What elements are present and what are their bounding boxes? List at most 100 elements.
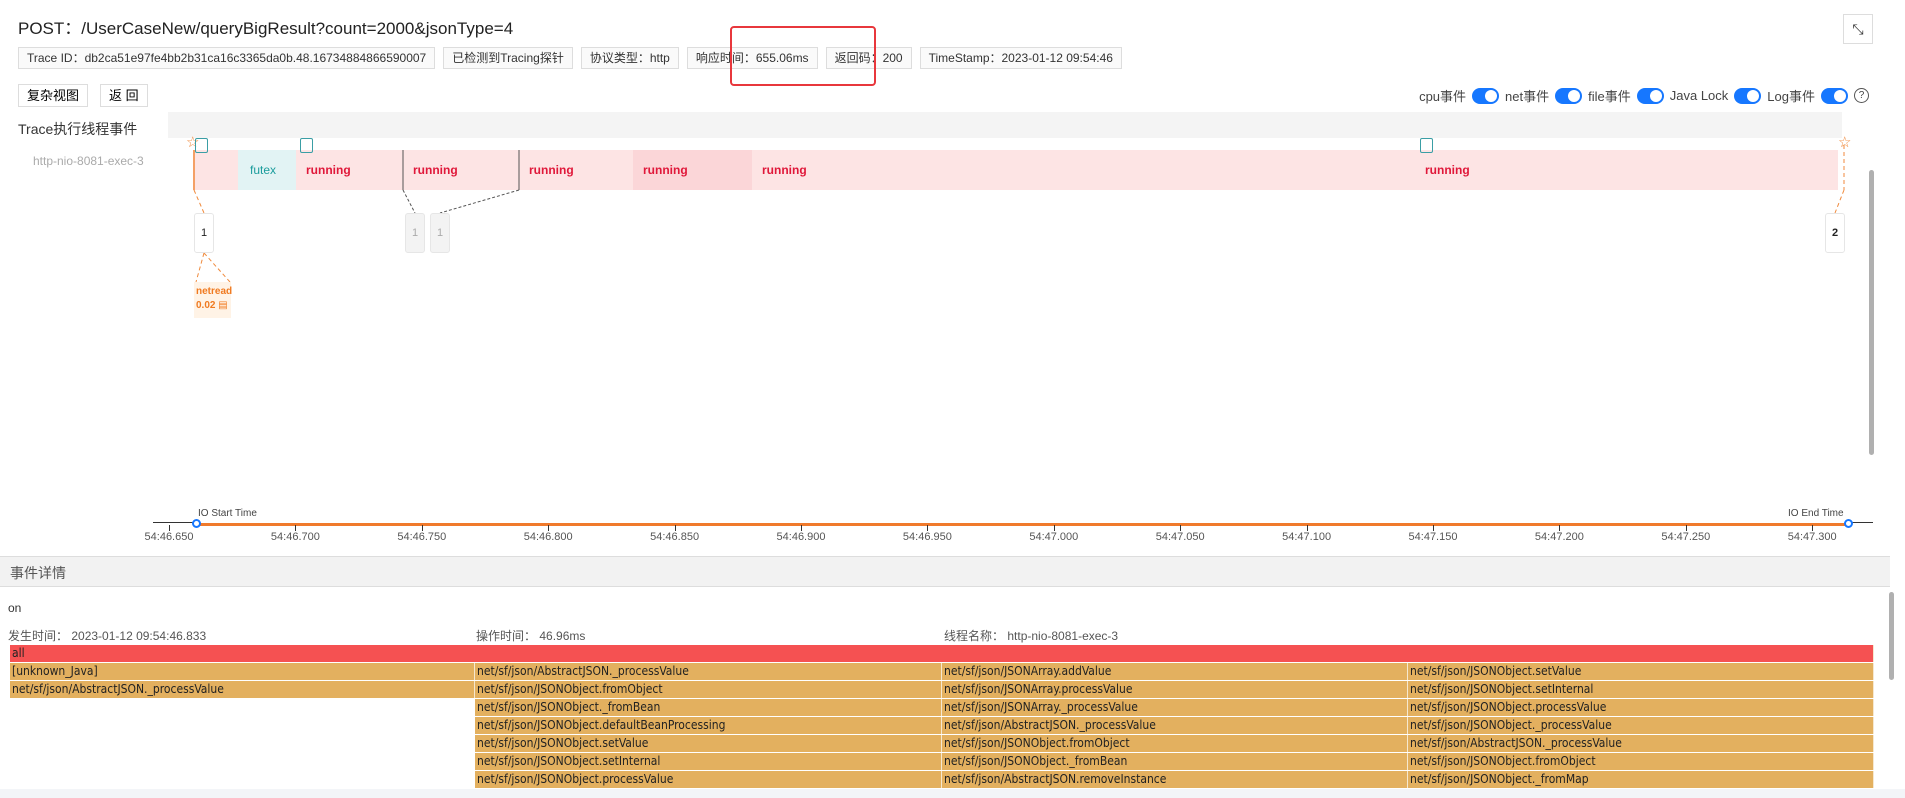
tracing-probe-badge: 已检测到Tracing探针: [443, 47, 573, 69]
event-type: on: [8, 601, 22, 615]
occur-time: 发生时间： 2023-01-12 09:54:46.833: [8, 627, 206, 644]
axis-tick-label: 54:46.700: [270, 531, 320, 543]
flame-frame[interactable]: net/sf/json/JSONObject._fromMap: [1408, 771, 1874, 788]
axis-tick-label: 54:46.800: [523, 531, 573, 543]
connector: [193, 189, 205, 214]
connector: [439, 189, 520, 214]
timeline-header-bar: [168, 112, 1842, 138]
occur-time-value: 2023-01-12 09:54:46.833: [71, 629, 207, 643]
axis-tick-label: 54:46.950: [902, 531, 952, 543]
axis-tick-label: 54:47.100: [1282, 531, 1332, 543]
timeline-scrollbar[interactable]: [1869, 170, 1874, 455]
flame-frame[interactable]: net/sf/json/JSONObject.fromObject: [942, 735, 1408, 752]
log-doc-icon[interactable]: [195, 138, 208, 153]
flame-frame[interactable]: net/sf/json/JSONArray.addValue: [942, 663, 1408, 680]
axis-tick-label: 54:46.750: [397, 531, 447, 543]
cpu-events-toggle[interactable]: [1472, 87, 1500, 104]
star-icon[interactable]: ☆: [1838, 133, 1851, 151]
segment-running[interactable]: running: [633, 150, 752, 190]
flame-frame[interactable]: net/sf/json/AbstractJSON._processValue: [475, 663, 942, 680]
timestamp-badge: TimeStamp：2023-01-12 09:54:46: [919, 47, 1122, 69]
section-label: Trace执行线程事件: [18, 121, 138, 137]
toggle-label-file: file事件: [1588, 89, 1631, 104]
net-events-toggle[interactable]: [1555, 87, 1583, 104]
segment-futex[interactable]: futex: [238, 150, 296, 190]
connector: [402, 189, 416, 214]
flame-frame[interactable]: net/sf/json/JSONObject._fromBean: [475, 699, 942, 716]
flame-frame[interactable]: net/sf/json/AbstractJSON._processValue: [10, 681, 475, 698]
flame-frame[interactable]: net/sf/json/JSONArray._processValue: [942, 699, 1408, 716]
axis-tick-label: 54:47.000: [1029, 531, 1079, 543]
thread-name: http-nio-8081-exec-3: [33, 154, 144, 168]
segment-running[interactable]: running: [519, 150, 633, 190]
axis-tick-label: 54:46.850: [650, 531, 700, 543]
flame-frame[interactable]: net/sf/json/JSONObject.fromObject: [1408, 753, 1874, 770]
java-lock-toggle[interactable]: [1734, 87, 1762, 104]
thread-info-value: http-nio-8081-exec-3: [1007, 629, 1119, 643]
connector: [203, 252, 231, 283]
connector: [195, 252, 205, 283]
operation-time-label: 操作时间：: [476, 629, 537, 643]
operation-time-value: 46.96ms: [539, 629, 586, 643]
axis-tick-label: 54:47.050: [1155, 531, 1205, 543]
file-events-toggle[interactable]: [1636, 87, 1664, 104]
flame-frame[interactable]: net/sf/json/AbstractJSON._processValue: [942, 717, 1408, 734]
flame-frame[interactable]: net/sf/json/JSONObject.defaultBeanProces…: [475, 717, 942, 734]
event-detail-header: [0, 556, 1890, 587]
detail-scrollbar[interactable]: [1889, 592, 1894, 680]
segment-idle[interactable]: [193, 150, 238, 190]
flame-frame[interactable]: net/sf/json/JSONObject.setValue: [1408, 663, 1874, 680]
connector: [1834, 189, 1845, 214]
flame-frame[interactable]: net/sf/json/JSONObject.processValue: [1408, 699, 1874, 716]
log-doc-icon[interactable]: [300, 138, 313, 153]
io-range-bar: [198, 523, 1848, 526]
axis-tick-label: 54:47.150: [1408, 531, 1458, 543]
flame-frame[interactable]: net/sf/json/JSONObject.setInternal: [475, 753, 942, 770]
flame-frame[interactable]: [unknown_Java]: [10, 663, 475, 680]
event-count-marker[interactable]: 1: [194, 213, 214, 253]
toggle-label-net: net事件: [1505, 89, 1550, 104]
flame-frame[interactable]: net/sf/json/JSONObject.fromObject: [475, 681, 942, 698]
io-start-handle[interactable]: [192, 519, 201, 528]
flame-frame[interactable]: net/sf/json/JSONObject._processValue: [1408, 717, 1874, 734]
flame-graph: all [unknown_Java] net/sf/json/AbstractJSO…: [10, 645, 1874, 789]
protocol-badge: 协议类型：http: [580, 47, 679, 69]
event-detail-title: 事件详情: [10, 565, 66, 581]
segment-running[interactable]: running: [403, 150, 519, 190]
thread-info: 线程名称： http-nio-8081-exec-3: [944, 627, 1118, 644]
back-button[interactable]: 返 回: [100, 84, 148, 107]
flame-frame[interactable]: net/sf/json/AbstractJSON.removeInstance: [942, 771, 1408, 788]
netread-value: 0.02: [196, 300, 216, 311]
flame-frame[interactable]: net/sf/json/JSONArray.processValue: [942, 681, 1408, 698]
event-count-marker[interactable]: 1: [430, 213, 450, 253]
flame-frame[interactable]: net/sf/json/AbstractJSON._processValue: [1408, 735, 1874, 752]
segment-running[interactable]: running: [1373, 150, 1838, 190]
toggle-label-cpu: cpu事件: [1419, 89, 1467, 104]
response-time-highlight: [730, 26, 876, 86]
fullscreen-exit-icon: ⤡: [1852, 20, 1864, 37]
event-count-marker[interactable]: 1: [405, 213, 425, 253]
flame-frame[interactable]: net/sf/json/JSONObject.setInternal: [1408, 681, 1874, 698]
segment-running[interactable]: running: [752, 150, 1373, 190]
complex-view-button[interactable]: 复杂视图: [18, 84, 89, 107]
help-icon[interactable]: ?: [1854, 88, 1869, 103]
fullscreen-button[interactable]: ⤡: [1843, 14, 1873, 44]
thread-lane: futex running running running running running…: [193, 150, 1838, 190]
log-events-toggle[interactable]: [1821, 87, 1848, 104]
segment-running[interactable]: running: [296, 150, 403, 190]
netread-event[interactable]: netread 0.02 ▤: [194, 282, 233, 318]
flame-frame[interactable]: net/sf/json/JSONObject.processValue: [475, 771, 942, 788]
flame-frame[interactable]: net/sf/json/JSONObject._fromBean: [942, 753, 1408, 770]
io-end-label: IO End Time: [1788, 508, 1844, 519]
axis-tick-label: 54:46.900: [776, 531, 826, 543]
flame-frame[interactable]: net/sf/json/JSONObject.setValue: [475, 735, 942, 752]
io-end-handle[interactable]: [1844, 519, 1853, 528]
thread-info-label: 线程名称：: [944, 629, 1005, 643]
event-count-marker[interactable]: 2: [1825, 213, 1845, 253]
netread-label: netread: [196, 286, 233, 297]
toggle-label-javalock: Java Lock: [1669, 88, 1729, 103]
timeline-connectors: [193, 145, 1845, 283]
flame-frame-root[interactable]: all: [10, 645, 1874, 662]
bottom-band: [0, 789, 1905, 798]
log-doc-icon[interactable]: [1420, 138, 1433, 153]
